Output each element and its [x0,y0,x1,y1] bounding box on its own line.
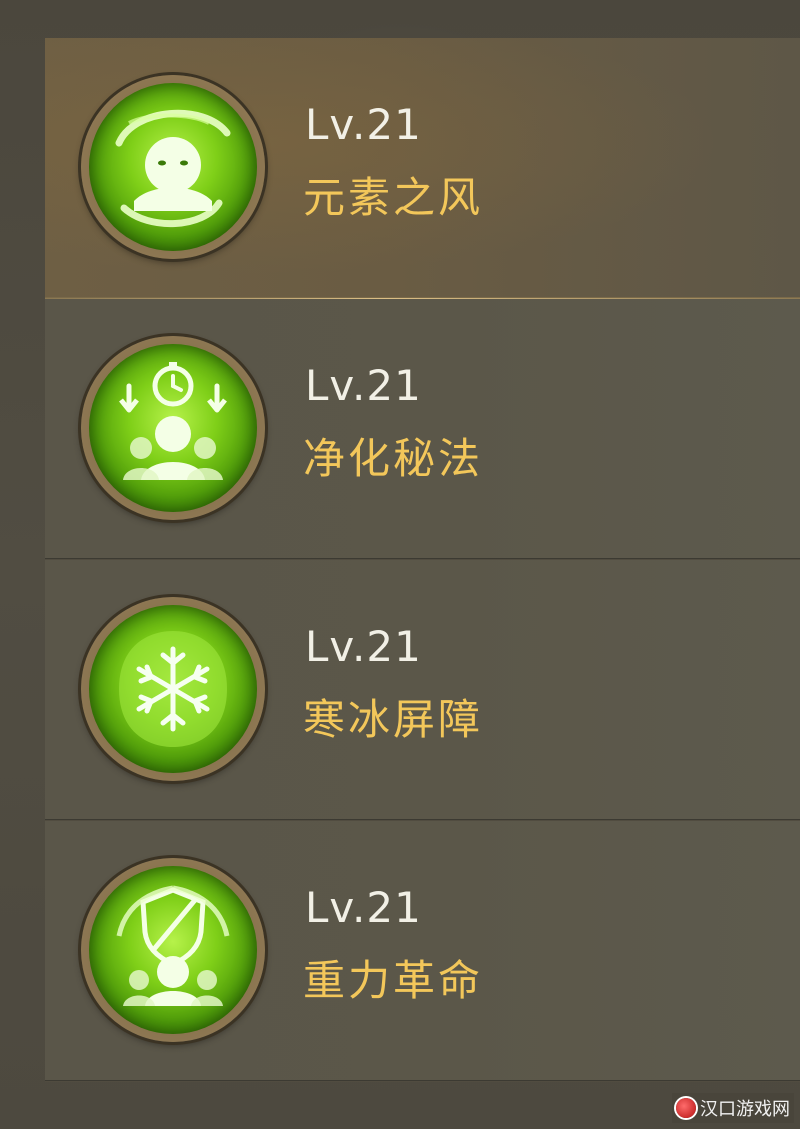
skill-name: 元素之风 [303,173,484,222]
skill-name: 寒冰屏障 [303,695,484,744]
skill-name: 净化秘法 [303,434,484,483]
site-watermark: 汉口游戏网 [672,1093,794,1123]
skill-row-ice-barrier[interactable]: Lv.21 寒冰屏障 [45,560,800,821]
skill-row-gravity[interactable]: Lv.21 重力革命 [45,821,800,1082]
skill-icon-frame [81,597,265,781]
skill-level: Lv.21 [305,622,422,671]
site-logo-icon [676,1098,696,1118]
skill-list: Lv.21 元素之风 Lv.21 净化秘法 Lv.21 寒冰屏障 Lv.21 重… [45,38,800,1083]
gravity-shield-icon [89,866,257,1034]
skill-level: Lv.21 [305,100,422,149]
skill-row-elemental-wind[interactable]: Lv.21 元素之风 [45,38,800,299]
skill-level: Lv.21 [305,361,422,410]
wind-spirit-icon [89,83,257,251]
skill-icon-frame [81,336,265,520]
skill-name: 重力革命 [303,956,484,1005]
skill-level: Lv.21 [305,883,422,932]
snowflake-shield-icon [89,605,257,773]
skill-row-purify[interactable]: Lv.21 净化秘法 [45,299,800,560]
purify-clock-icon [89,344,257,512]
skill-icon-frame [81,858,265,1042]
skill-icon-frame [81,75,265,259]
watermark-text: 汉口游戏网 [700,1099,790,1120]
